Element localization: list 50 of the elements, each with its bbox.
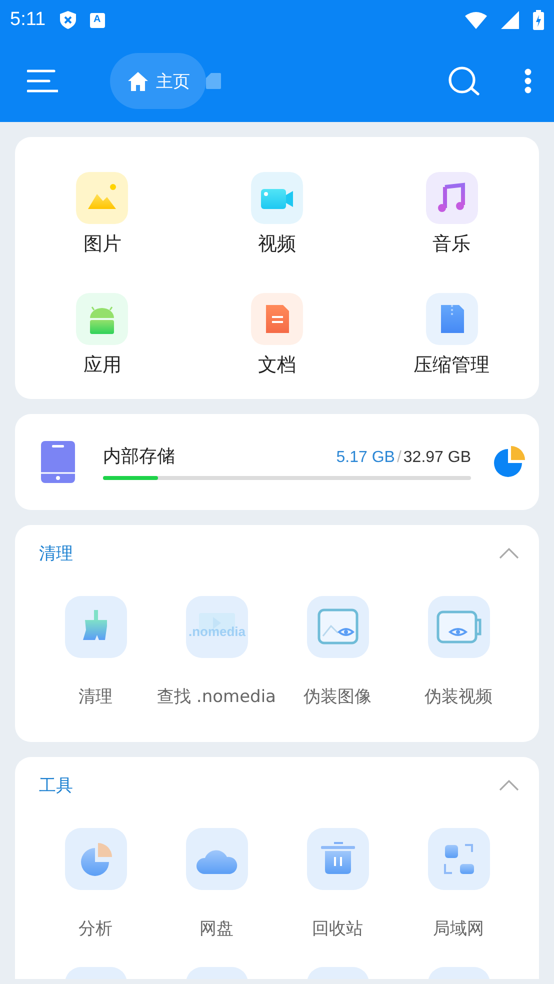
zip-file-icon[interactable] bbox=[426, 293, 478, 345]
tool-label: 分析 bbox=[78, 918, 112, 941]
collapse-icon[interactable] bbox=[499, 548, 519, 558]
icon-text: .nomedia bbox=[188, 624, 246, 639]
search-icon[interactable] bbox=[448, 66, 480, 96]
tool-label: 清理 bbox=[78, 686, 112, 709]
category-label: 图片 bbox=[83, 232, 122, 257]
status-time: 5:11 bbox=[10, 9, 46, 31]
signal-icon bbox=[501, 11, 519, 29]
category-label: 文档 bbox=[258, 353, 296, 378]
storage-name: 内部存储 bbox=[103, 445, 176, 468]
video-eye-icon[interactable] bbox=[428, 596, 490, 658]
category-label: 应用 bbox=[83, 353, 122, 378]
android-icon[interactable] bbox=[76, 293, 128, 345]
menu-icon[interactable] bbox=[27, 69, 58, 93]
tool-label: 局域网 bbox=[433, 918, 484, 941]
section-title: 清理 bbox=[39, 542, 73, 564]
total-space: 32.97 GB bbox=[403, 449, 471, 467]
section-title: 工具 bbox=[39, 774, 73, 796]
home-tab[interactable]: 主页 bbox=[110, 53, 206, 109]
tool-label: 查找 .nomedia bbox=[157, 686, 276, 709]
category-label: 视频 bbox=[258, 232, 296, 257]
separator: / bbox=[396, 449, 402, 467]
more-icon[interactable] bbox=[524, 68, 532, 94]
collapse-icon[interactable] bbox=[499, 780, 519, 790]
pie-chart-icon[interactable] bbox=[493, 446, 525, 478]
network-icon[interactable] bbox=[428, 828, 490, 890]
tool-label: 网盘 bbox=[200, 918, 234, 941]
category-label: 音乐 bbox=[432, 232, 471, 257]
battery-icon bbox=[533, 10, 544, 30]
used-space: 5.17 GB bbox=[336, 449, 395, 467]
video-camera-icon[interactable] bbox=[250, 172, 303, 224]
category-label: 压缩管理 bbox=[414, 353, 490, 378]
cloud-icon[interactable] bbox=[186, 828, 248, 890]
sd-card-icon[interactable] bbox=[206, 73, 221, 89]
music-note-icon[interactable] bbox=[426, 172, 478, 224]
document-icon[interactable] bbox=[250, 293, 303, 345]
home-icon bbox=[128, 72, 148, 90]
pie-chart-icon[interactable] bbox=[64, 828, 126, 890]
image-eye-icon[interactable] bbox=[306, 596, 368, 658]
tool-label: 伪装图像 bbox=[304, 686, 372, 709]
phone-icon bbox=[41, 441, 75, 483]
image-icon[interactable] bbox=[76, 172, 128, 224]
broom-icon[interactable] bbox=[64, 596, 126, 658]
keyboard-icon: A bbox=[90, 12, 105, 28]
trash-icon[interactable] bbox=[306, 828, 368, 890]
tool-label: 回收站 bbox=[312, 918, 363, 941]
tool-label: 伪装视频 bbox=[424, 686, 492, 709]
wifi-icon bbox=[465, 12, 487, 28]
shield-icon bbox=[60, 11, 76, 29]
